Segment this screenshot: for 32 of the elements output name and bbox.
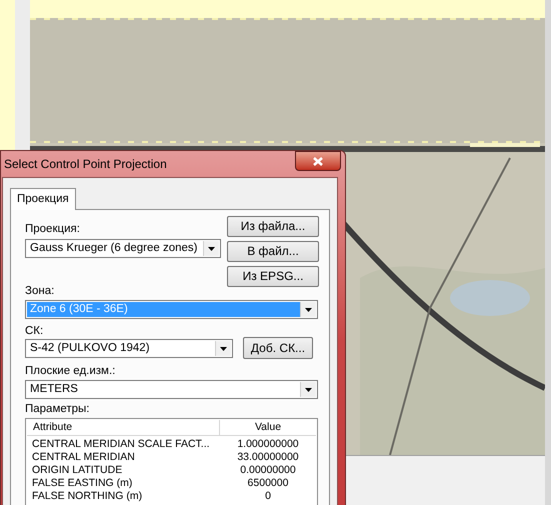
caret-icon [203,241,219,256]
field-label: Параметры: [25,402,90,417]
caret-icon [215,341,231,356]
button[interactable]: Из EPSG... [227,266,319,287]
caret-icon [300,382,316,397]
dropdown[interactable]: METERS [25,380,318,399]
window-title: Select Control Point Projection [4,156,167,173]
table-cell-text: ORIGIN LATITUDE [31,464,124,477]
table-cell-text: FALSE NORTHING (m) [31,490,144,503]
caret-icon [300,302,316,317]
field-label: Плоские ед.изм.: [25,364,116,379]
field-label: Проекция: [25,222,81,237]
table-cell-text: 33.00000000 [236,451,300,464]
table-cell-text: 1.000000000 [236,438,300,451]
button[interactable]: Из файла... [227,216,319,237]
table-cell-text: 0.00000000 [239,464,297,477]
table-cell-text: CENTRAL MERIDIAN SCALE FACT... [31,438,211,451]
dropdown[interactable]: S-42 (PULKOVO 1942) [25,339,233,358]
table-cell-text: 0 [264,490,272,503]
field-label: Зона: [25,284,56,299]
close-button[interactable] [295,151,341,171]
column-header[interactable]: Value [220,420,316,435]
button[interactable]: В файл... [227,241,319,262]
field-label: СК: [25,324,44,339]
table-cell-text: 6500000 [246,477,290,490]
dropdown[interactable]: Gauss Krueger (6 degree zones) [25,239,221,258]
column-header[interactable]: Attribute [27,420,220,435]
tab[interactable]: Проекция [10,188,76,210]
table-cell-text: CENTRAL MERIDIAN [31,451,136,464]
close-icon [313,156,323,166]
table-cell-text: FALSE EASTING (m) [31,477,134,490]
button[interactable]: Доб. СК... [243,337,313,359]
